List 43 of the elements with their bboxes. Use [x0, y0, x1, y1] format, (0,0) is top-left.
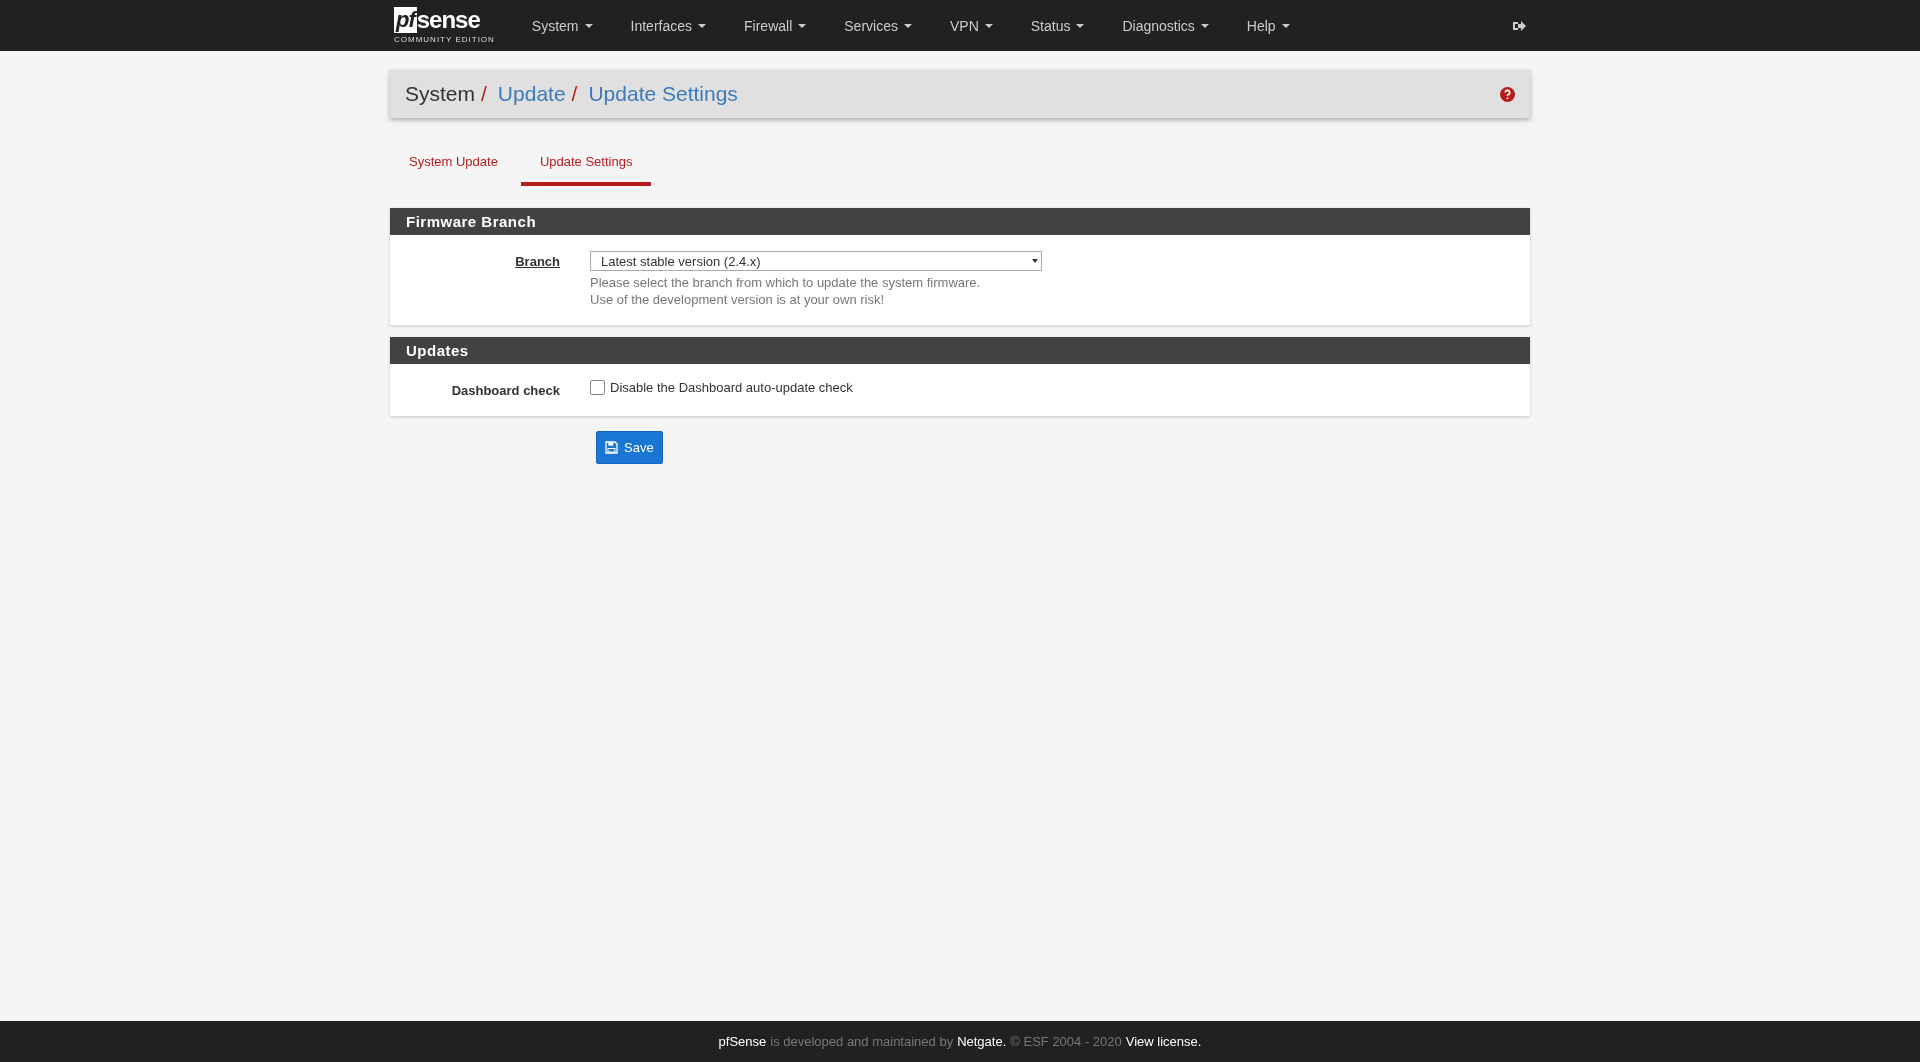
help-icon — [1500, 86, 1515, 102]
checkbox[interactable] — [590, 380, 605, 395]
footer-link[interactable]: View license. — [1125, 1034, 1202, 1049]
checkbox-label: Disable the Dashboard auto-update check — [610, 380, 853, 395]
nav-menu-item[interactable]: Status — [1011, 17, 1104, 34]
help-button[interactable] — [1500, 86, 1515, 102]
nav-menu-item[interactable]: Diagnostics — [1103, 17, 1228, 34]
caret-icon — [984, 23, 993, 28]
footer-text: is developed and maintained by — [770, 1034, 954, 1049]
branch-select[interactable]: Latest stable version (2.4.x) — [590, 251, 1042, 271]
logo-mark: pf — [394, 7, 417, 33]
field-label: Dashboard check — [450, 382, 560, 398]
help-text: Use of the development version is at your own risk! — [590, 292, 886, 307]
footer-link[interactable]: pfSense — [718, 1034, 767, 1049]
help-text: Please select the branch from which to update the system firmware. — [590, 275, 982, 290]
footer-text: © ESF 2004 - 2020 — [1010, 1034, 1122, 1049]
nav-menu-item[interactable]: VPN — [930, 17, 1012, 34]
logout-icon — [1513, 19, 1526, 32]
caret-icon — [1200, 23, 1209, 28]
logo-subtitle: COMMUNITY EDITION — [394, 35, 495, 44]
breadcrumb-separator: / — [481, 82, 487, 106]
save-button[interactable]: Save — [596, 431, 663, 464]
nav-menu-item[interactable]: Firewall — [725, 17, 826, 34]
caret-icon — [584, 23, 593, 28]
caret-icon — [798, 23, 807, 28]
nav-menu-item[interactable]: System — [512, 17, 612, 34]
breadcrumb-separator: / — [571, 82, 578, 106]
caret-icon — [903, 23, 912, 28]
logout-button[interactable] — [1513, 19, 1526, 32]
caret-icon — [1281, 23, 1290, 28]
footer-link[interactable]: Netgate. — [957, 1034, 1007, 1049]
nav-menu-item[interactable]: Help — [1227, 17, 1309, 34]
caret-icon — [698, 23, 707, 28]
nav-menu-item[interactable]: Services — [825, 17, 931, 34]
panel-heading: Updates — [390, 337, 1530, 364]
breadcrumb-text: System — [405, 82, 475, 106]
tab[interactable]: System Update — [390, 142, 517, 186]
field-label: Branch — [514, 253, 560, 269]
panel-heading: Firmware Branch — [390, 208, 1530, 235]
nav-menu-item[interactable]: Interfaces — [611, 17, 726, 34]
caret-icon — [1076, 23, 1085, 28]
dropdown-arrow-icon — [1032, 259, 1038, 263]
tab[interactable]: Update Settings — [520, 142, 652, 186]
